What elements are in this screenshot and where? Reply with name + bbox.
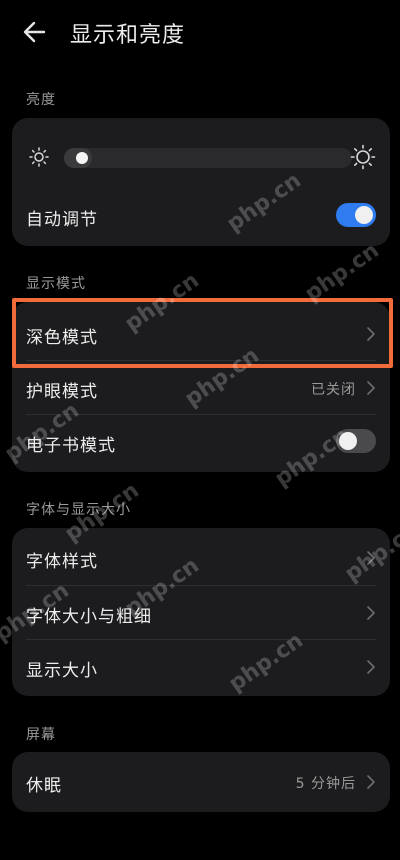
screen: 显示和亮度 亮度 自动调节 显示模式 深色模式 护眼模式 已关闭 电子书模式 字… — [0, 0, 400, 860]
section-label-font-size: 字体与显示大小 — [26, 502, 131, 518]
eye-comfort-label: 护眼模式 — [26, 382, 98, 402]
section-label-brightness: 亮度 — [26, 92, 56, 108]
chevron-right-icon — [367, 551, 375, 565]
font-size-weight-row[interactable]: 字体大小与粗细 — [12, 585, 390, 641]
auto-adjust-label: 自动调节 — [26, 210, 98, 230]
sleep-label: 休眠 — [26, 776, 62, 796]
auto-adjust-row[interactable]: 自动调节 — [12, 188, 390, 244]
font-size-weight-label: 字体大小与粗细 — [26, 607, 152, 627]
font-style-label: 字体样式 — [26, 552, 98, 572]
ebook-mode-toggle[interactable] — [336, 429, 376, 453]
ebook-mode-label: 电子书模式 — [26, 436, 116, 456]
brightness-low-icon — [29, 147, 49, 167]
eye-comfort-status: 已关闭 — [311, 382, 356, 398]
sleep-row[interactable]: 休眠 5 分钟后 — [12, 754, 390, 810]
back-arrow-icon — [23, 21, 46, 43]
toggle-knob — [339, 432, 357, 450]
brightness-high-icon — [350, 144, 376, 170]
toggle-knob — [355, 206, 373, 224]
dark-mode-label: 深色模式 — [26, 328, 98, 348]
watermark: php.cn — [300, 238, 384, 307]
chevron-right-icon — [367, 606, 375, 620]
eye-comfort-row[interactable]: 护眼模式 已关闭 — [12, 360, 390, 416]
font-style-row[interactable]: 字体样式 — [12, 530, 390, 586]
brightness-card: 自动调节 — [12, 118, 390, 246]
brightness-slider[interactable] — [64, 148, 352, 168]
chevron-right-icon — [367, 381, 375, 395]
screen-card: 休眠 5 分钟后 — [12, 752, 390, 812]
chevron-right-icon — [367, 327, 375, 341]
section-label-screen: 屏幕 — [26, 727, 56, 743]
display-size-label: 显示大小 — [26, 661, 98, 681]
display-mode-card: 深色模式 护眼模式 已关闭 电子书模式 — [12, 302, 390, 472]
chevron-right-icon — [367, 775, 375, 789]
back-button[interactable] — [18, 16, 54, 48]
font-card: 字体样式 字体大小与粗细 显示大小 — [12, 528, 390, 696]
auto-adjust-toggle[interactable] — [336, 203, 376, 227]
ebook-mode-row[interactable]: 电子书模式 — [12, 414, 390, 470]
page-title: 显示和亮度 — [70, 23, 186, 48]
app-header: 显示和亮度 — [0, 0, 400, 64]
sleep-value: 5 分钟后 — [295, 776, 356, 792]
display-size-row[interactable]: 显示大小 — [12, 639, 390, 695]
section-label-display-mode: 显示模式 — [26, 276, 86, 292]
chevron-right-icon — [367, 660, 375, 674]
brightness-slider-thumb[interactable] — [76, 152, 89, 164]
dark-mode-row[interactable]: 深色模式 — [12, 306, 390, 362]
